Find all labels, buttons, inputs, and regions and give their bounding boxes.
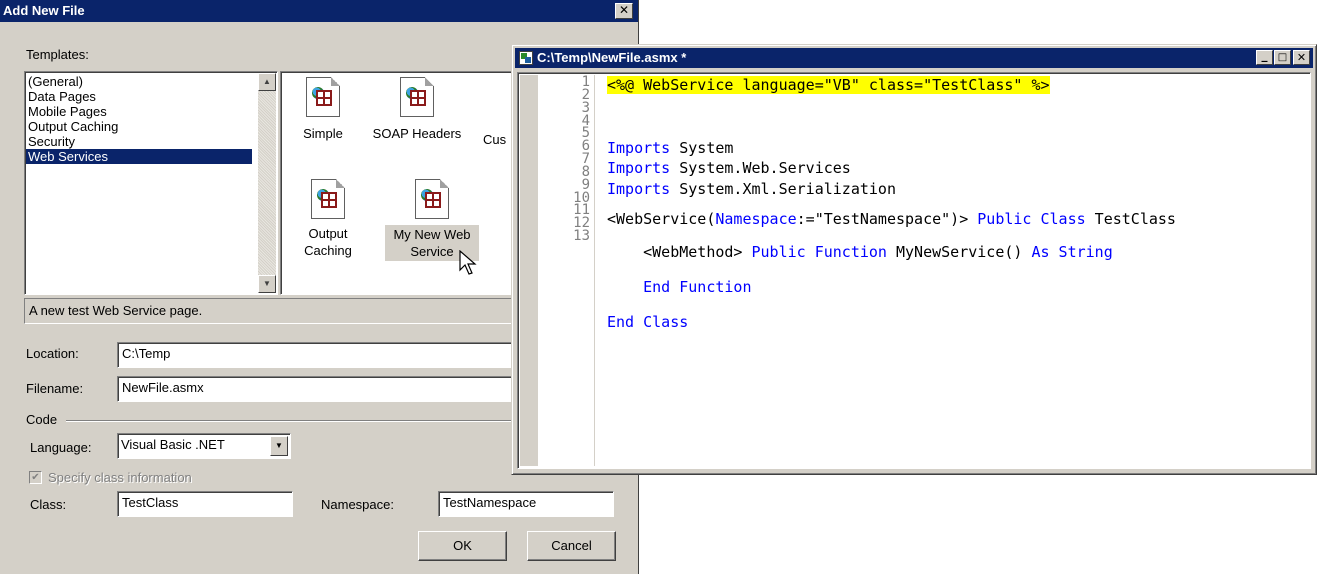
code-line: Imports System: [607, 139, 733, 157]
mouse-cursor-icon: [459, 250, 477, 275]
close-icon[interactable]: ✕: [615, 3, 633, 19]
scroll-down-icon[interactable]: ▼: [258, 275, 276, 293]
template-label: Output: [308, 226, 348, 241]
code-token: Imports: [607, 180, 671, 198]
code-token: TestClass: [1085, 210, 1176, 228]
template-my-new-web-service[interactable]: My New Web Service: [385, 179, 479, 261]
code-token: End Function: [643, 278, 752, 296]
code-line: Imports System.Web.Services: [607, 159, 851, 177]
location-label: Location:: [26, 346, 79, 361]
close-icon[interactable]: ✕: [1293, 50, 1310, 65]
dialog-title: Add New File: [3, 3, 85, 18]
category-list-item[interactable]: Output Caching: [26, 119, 252, 134]
namespace-input[interactable]: TestNamespace: [438, 491, 614, 517]
maximize-icon[interactable]: □: [1274, 50, 1291, 65]
template-category-list[interactable]: (General) Data Pages Mobile Pages Output Ca…: [24, 71, 278, 295]
editor-margin: [520, 75, 538, 466]
code-line: End Function: [607, 278, 752, 296]
code-token: :="TestNamespace")>: [796, 210, 978, 228]
code-token: <%@ WebService language="VB" class="Test…: [607, 76, 1050, 94]
asmx-file-icon: [519, 51, 533, 65]
filename-label: Filename:: [26, 381, 84, 396]
template-simple[interactable]: Simple: [293, 77, 353, 142]
language-select[interactable]: Visual Basic .NET ▼: [117, 433, 291, 459]
template-label: Caching: [304, 243, 352, 258]
code-token: Namespace: [715, 210, 797, 228]
category-list-item[interactable]: Security: [26, 134, 252, 149]
code-token: Imports: [607, 139, 671, 157]
code-token: System.Xml.Serialization: [670, 180, 896, 198]
code-token: End Class: [607, 313, 689, 331]
document-icon: [415, 179, 449, 219]
template-label: SOAP Headers: [372, 126, 462, 141]
code-line: <WebMethod> Public Function MyNewService…: [607, 243, 1113, 261]
code-line: <%@ WebService language="VB" class="Test…: [607, 76, 1050, 94]
minimize-icon[interactable]: _: [1256, 49, 1273, 65]
code-token: Imports: [607, 159, 671, 177]
template-description: A new test Web Service page.: [24, 298, 520, 324]
dialog-titlebar[interactable]: Add New File ✕: [0, 0, 638, 22]
group-divider: [66, 420, 516, 422]
specify-class-checkbox[interactable]: ✔: [29, 471, 42, 484]
code-token: <WebMethod>: [607, 243, 752, 261]
category-list-item[interactable]: Web Services: [26, 149, 252, 164]
template-label: My New Web: [393, 227, 471, 242]
chevron-down-icon[interactable]: ▼: [270, 436, 288, 456]
code-group-label: Code: [26, 412, 58, 427]
category-list-item[interactable]: (General): [26, 74, 252, 89]
class-label: Class:: [30, 497, 67, 512]
template-label: Simple: [303, 126, 343, 141]
code-token: Public Function: [751, 243, 887, 261]
language-select-value: Visual Basic .NET: [121, 437, 225, 452]
code-token: As String: [1031, 243, 1113, 261]
namespace-label: Namespace:: [321, 497, 394, 512]
template-icon-view[interactable]: Simple SOAP Headers Cus Output Caching M…: [280, 71, 520, 295]
filename-input[interactable]: NewFile.asmx: [117, 376, 517, 402]
location-input[interactable]: C:\Temp: [117, 342, 517, 368]
line-number-gutter: 1 2 3 4 5 6 7 8 9 10 11 12 13: [540, 75, 590, 245]
document-icon: [306, 77, 340, 117]
code-line: End Class: [607, 313, 688, 331]
line-number: 13: [573, 228, 590, 245]
document-icon: [311, 179, 345, 219]
category-list-item[interactable]: Mobile Pages: [26, 104, 252, 119]
category-list-scrollbar[interactable]: ▲ ▼: [258, 73, 276, 293]
category-list-item[interactable]: Data Pages: [26, 89, 252, 104]
language-label: Language:: [30, 440, 92, 455]
scroll-up-icon[interactable]: ▲: [258, 73, 276, 91]
document-icon: [400, 77, 434, 117]
templates-label: Templates:: [26, 47, 89, 62]
class-input[interactable]: TestClass: [117, 491, 293, 517]
code-editor-area[interactable]: 1 2 3 4 5 6 7 8 9 10 11 12 13 <%@ WebService languag…: [517, 72, 1311, 469]
code-token: MyNewService(): [886, 243, 1032, 261]
code-line: Imports System.Xml.Serialization: [607, 180, 896, 198]
code-token: <WebService(: [607, 210, 716, 228]
code-line: <WebService(Namespace:="TestNamespace")>…: [607, 210, 1176, 228]
template-output-caching[interactable]: Output Caching: [293, 179, 363, 259]
editor-titlebar[interactable]: C:\Temp\NewFile.asmx * _ □ ✕: [515, 48, 1313, 68]
code-token: System.Web.Services: [670, 159, 851, 177]
specify-class-label: Specify class information: [48, 470, 192, 485]
editor-title: C:\Temp\NewFile.asmx *: [537, 50, 687, 65]
template-soap-headers[interactable]: SOAP Headers: [367, 77, 467, 142]
ok-button[interactable]: OK: [418, 531, 507, 561]
code-token: System: [670, 139, 734, 157]
gutter-divider: [594, 75, 595, 466]
code-editor-window: C:\Temp\NewFile.asmx * _ □ ✕ 1 2 3 4 5 6 7 8 9 10…: [511, 44, 1317, 475]
code-token: Public Class: [977, 210, 1086, 228]
cancel-button[interactable]: Cancel: [527, 531, 616, 561]
